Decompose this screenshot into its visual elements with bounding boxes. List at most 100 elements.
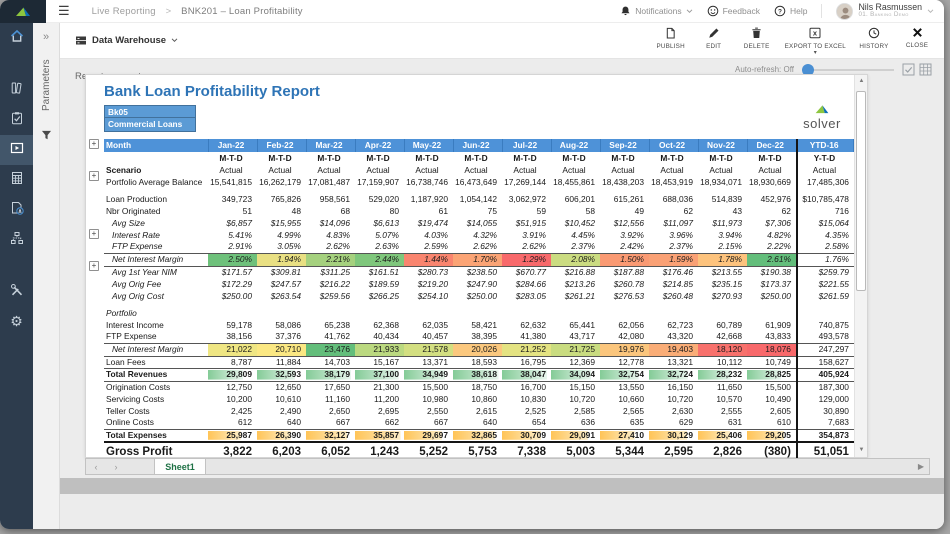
table-cell: 15,541,815	[208, 176, 257, 188]
settings-icon: ⚙	[10, 313, 23, 331]
table-cell	[600, 307, 649, 319]
table-row: Nbr Originated51486880617559584962436271…	[104, 205, 854, 217]
notifications-button[interactable]: Notifications	[620, 5, 692, 17]
checkbox-icon[interactable]	[902, 63, 915, 76]
table-cell: $266.25	[355, 290, 404, 302]
sheet-tab[interactable]: Sheet1	[154, 459, 206, 474]
sidebar-item-report[interactable]	[0, 135, 33, 165]
history-button[interactable]: HISTORY	[859, 27, 889, 50]
table-cell: 4.45%	[551, 229, 600, 241]
breadcrumb[interactable]: Live Reporting > BNK201 – Loan Profitabi…	[92, 6, 303, 17]
expand-button[interactable]: +	[89, 139, 99, 149]
table-cell: 43,717	[551, 331, 600, 343]
data-source-dropdown[interactable]: Data Warehouse	[75, 35, 178, 46]
table-cell: 17,269,144	[502, 176, 551, 188]
sidebar-item-tools[interactable]	[0, 277, 33, 307]
table-cell: 667	[404, 417, 453, 429]
edit-button[interactable]: EDIT	[699, 27, 729, 50]
publish-button[interactable]: PUBLISH	[656, 27, 686, 50]
table-cell: 34,949	[404, 368, 453, 381]
table-cell: Actual	[502, 164, 551, 176]
publish-icon	[665, 27, 676, 41]
table-cell: 32,865	[453, 429, 502, 442]
table-cell: 16,700	[502, 381, 551, 393]
table-cell: 75	[453, 205, 502, 217]
scroll-down-icon[interactable]: ▼	[855, 444, 868, 457]
sheet-prev-icon[interactable]: ‹	[86, 459, 106, 474]
sheet-next-icon[interactable]: ›	[106, 459, 126, 474]
sidebar-item-calculator[interactable]	[0, 165, 33, 195]
breadcrumb-section[interactable]: Live Reporting	[92, 6, 156, 17]
table-cell: $172.29	[208, 278, 257, 290]
table-cell: 2.62%	[453, 241, 502, 253]
scrollbar-thumb[interactable]	[856, 91, 866, 291]
table-cell: 10,830	[502, 393, 551, 405]
table-cell: 631	[698, 417, 747, 429]
table-cell: 2.22%	[747, 241, 797, 253]
scroll-up-icon[interactable]: ▲	[855, 75, 868, 88]
help-button[interactable]: ? Help	[774, 5, 807, 17]
table-cell: 2.58%	[797, 241, 854, 253]
table-cell: 1.78%	[698, 253, 747, 266]
row-label: Scenario	[104, 164, 208, 176]
table-cell: 62,035	[404, 319, 453, 331]
chevron-down-icon	[686, 9, 693, 14]
breadcrumb-page: BNK201 – Loan Profitability	[181, 6, 303, 17]
sidebar-item-settings[interactable]: ⚙	[0, 307, 33, 337]
sidebar-item-user-document[interactable]	[0, 195, 33, 225]
row-label: Avg Orig Cost	[104, 290, 208, 302]
table-cell: 25,406	[698, 429, 747, 442]
row-label: Total Expenses	[104, 429, 208, 442]
table-cell: 29,809	[208, 368, 257, 381]
table-cell: $15,955	[257, 217, 306, 229]
action-label: EDIT	[706, 43, 721, 50]
home-icon	[10, 29, 24, 48]
table-cell: 2,650	[306, 405, 355, 417]
grid-view-icon[interactable]	[919, 63, 932, 76]
month-header-cell: Dec-22	[747, 139, 797, 152]
table-cell: Actual	[453, 164, 502, 176]
table-cell: 10,490	[747, 393, 797, 405]
month-header-cell: Sep-22	[600, 139, 649, 152]
table-cell: 13,321	[649, 356, 698, 368]
table-cell: M-T-D	[257, 152, 306, 164]
row-label: Net Interest Margin	[104, 253, 208, 266]
month-header-cell: Jan-22	[208, 139, 257, 152]
table-cell: 10,720	[551, 393, 600, 405]
menu-icon[interactable]: ☰	[58, 3, 70, 19]
expand-button[interactable]: +	[89, 229, 99, 239]
sidebar-item-home[interactable]	[0, 23, 33, 53]
table-cell: 59,178	[208, 319, 257, 331]
delete-button[interactable]: DELETE	[742, 27, 772, 50]
table-row: ScenarioActualActualActualActualActualAc…	[104, 164, 854, 176]
expand-button[interactable]: +	[89, 171, 99, 181]
feedback-button[interactable]: Feedback	[707, 5, 760, 17]
table-cell: 26,390	[257, 429, 306, 442]
sidebar-item-checklist[interactable]	[0, 105, 33, 135]
table-cell: 29,091	[551, 429, 600, 442]
user-menu[interactable]: Nils Rasmussen 01. Banking Demo	[836, 3, 934, 20]
table-cell: $263.54	[257, 290, 306, 302]
hscroll-right-icon[interactable]: ▶	[913, 459, 929, 474]
table-row: Loan Fees8,78711,88414,70315,16713,37118…	[104, 356, 854, 368]
sidebar-item-integrations[interactable]	[0, 225, 33, 255]
table-cell: 2,525	[502, 405, 551, 417]
table-cell	[698, 307, 747, 319]
sidebar-item-library[interactable]	[0, 75, 33, 105]
chevron-down-icon: ▾	[814, 52, 817, 55]
vertical-scrollbar[interactable]: ▲ ▼	[854, 75, 867, 457]
expand-panel-icon[interactable]: »	[33, 31, 59, 43]
table-cell: 2.42%	[600, 241, 649, 253]
nav-sidebar: ⚙	[0, 23, 33, 529]
expand-button[interactable]: +	[89, 261, 99, 271]
table-cell: 58,421	[453, 319, 502, 331]
export-to-excel-button[interactable]: xEXPORT TO EXCEL▾	[785, 27, 846, 55]
table-cell: 2.37%	[551, 241, 600, 253]
table-cell: M-T-D	[306, 152, 355, 164]
table-cell: 48	[257, 205, 306, 217]
table-cell: 2.62%	[306, 241, 355, 253]
table-cell: 610	[747, 417, 797, 429]
close-button[interactable]: CLOSE	[902, 27, 932, 49]
table-cell: 20,710	[257, 343, 306, 356]
filter-icon	[33, 127, 59, 145]
